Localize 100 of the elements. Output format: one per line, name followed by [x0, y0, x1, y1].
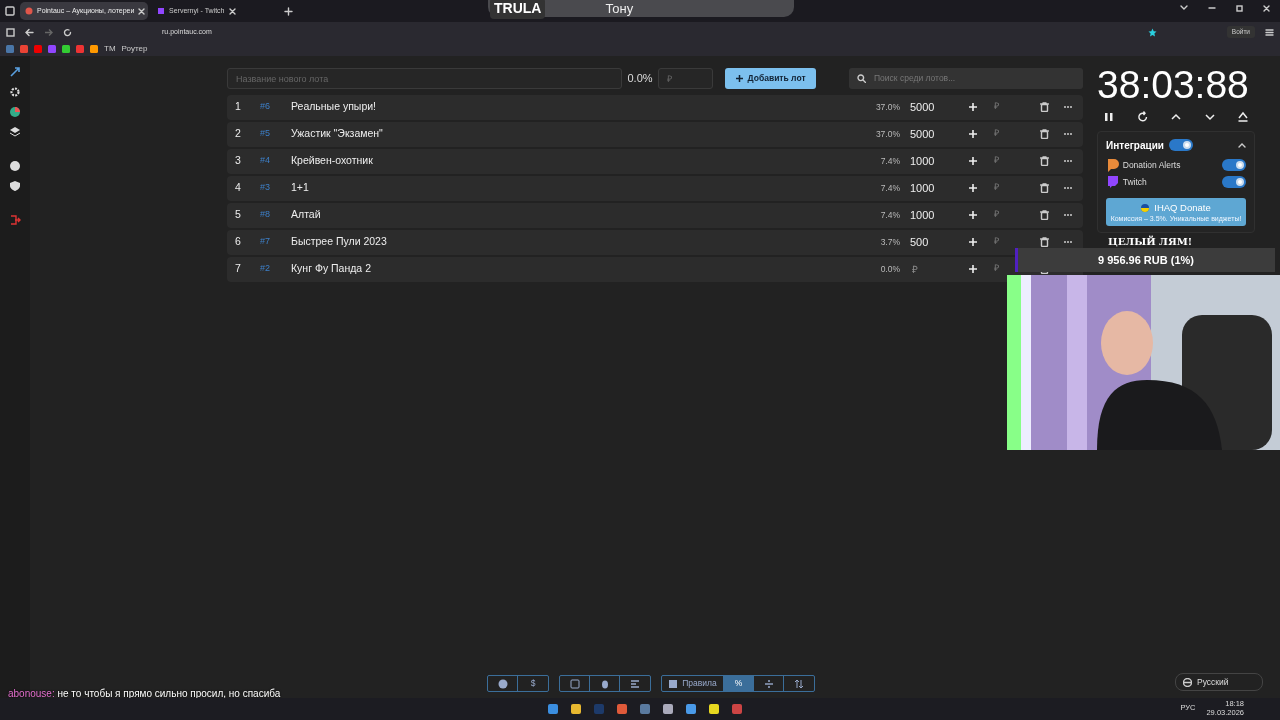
amount-field[interactable]: ₽	[910, 260, 960, 278]
language-select[interactable]: Русский	[1175, 673, 1263, 691]
sort-icon	[794, 678, 804, 689]
menu-icon[interactable]	[1265, 27, 1274, 37]
percent-label: 3.7%	[879, 235, 900, 249]
back-icon[interactable]	[25, 27, 34, 37]
eject-icon[interactable]	[1237, 110, 1249, 123]
search-field[interactable]: Поиск среди лотов...	[872, 71, 1075, 86]
percent-label: 37.0%	[874, 127, 900, 141]
shield-icon[interactable]	[9, 180, 21, 192]
add-amount-field[interactable]: ₽	[992, 261, 1014, 277]
rank-label: 5	[235, 207, 242, 223]
flag-icon	[1141, 204, 1150, 212]
toolbar-button[interactable]: $	[518, 676, 548, 691]
more-icon[interactable]	[1063, 132, 1073, 136]
more-icon[interactable]	[1063, 186, 1073, 190]
trash-icon[interactable]	[1040, 102, 1049, 112]
rank-label: 4	[235, 180, 242, 196]
add-amount-field[interactable]: ₽	[992, 180, 1014, 196]
restart-icon[interactable]	[1136, 110, 1149, 123]
trash-icon[interactable]	[1040, 129, 1049, 139]
close-icon[interactable]	[228, 7, 236, 15]
rank-label: 3	[235, 153, 242, 169]
toggle-switch[interactable]	[1222, 176, 1246, 189]
add-amount-field[interactable]: ₽	[992, 99, 1014, 115]
more-icon[interactable]	[1063, 105, 1073, 109]
amount-label: 500	[910, 234, 930, 250]
percent-label: 7.4%	[879, 181, 900, 195]
chat-message: abonouse: не то чтобы я прямо сильно просил, но спасиба	[8, 688, 282, 700]
toggle-switch[interactable]	[1222, 159, 1246, 172]
twitch-icon	[1106, 175, 1120, 190]
app-icon[interactable]	[708, 703, 720, 715]
add-lot-button[interactable]: Добавить лот	[724, 68, 816, 89]
amount-label: 5000	[910, 126, 936, 142]
percent-label: 37.0%	[874, 100, 900, 114]
trash-icon[interactable]	[1040, 183, 1049, 193]
chevron-icon[interactable]	[1180, 5, 1188, 11]
plus-icon	[734, 74, 744, 83]
percent-label: 0.0%	[879, 262, 900, 276]
close-icon[interactable]	[1263, 5, 1270, 12]
track-title: Тону	[605, 0, 634, 18]
amount-label: 5000	[910, 99, 936, 115]
add-amount-field[interactable]: ₽	[992, 207, 1014, 223]
lot-name: 1+1	[291, 180, 310, 196]
lot-id: #7	[260, 235, 271, 249]
amount-label: 1000	[910, 153, 936, 169]
star-icon[interactable]	[1147, 27, 1157, 37]
logout-icon[interactable]	[9, 214, 21, 226]
layers-icon[interactable]	[9, 126, 21, 138]
app-icon[interactable]	[662, 703, 674, 715]
percent-label: 0.0%	[627, 71, 653, 87]
sidebar-icon[interactable]	[6, 27, 15, 37]
pie-chart-icon[interactable]	[9, 106, 21, 118]
reload-icon[interactable]	[63, 27, 72, 37]
lot-name: Быстрее Пули 2023	[291, 234, 388, 250]
trash-icon[interactable]	[1040, 156, 1049, 166]
divide-icon	[763, 678, 774, 689]
rank-label: 7	[235, 261, 242, 277]
collapse-icon[interactable]	[1238, 142, 1246, 149]
toolbar-button[interactable]: %	[724, 676, 754, 691]
list-icon	[630, 678, 640, 689]
plus-icon[interactable]	[284, 6, 293, 16]
app-icon[interactable]	[685, 703, 697, 715]
twitch-icon	[157, 7, 165, 15]
lot-id: #6	[260, 100, 271, 114]
minimize-icon[interactable]	[1208, 5, 1216, 11]
trash-icon[interactable]	[1040, 210, 1049, 220]
lot-name: Ужастик "Экзамен"	[291, 126, 384, 142]
integration-name: Twitch	[1122, 175, 1147, 189]
amount-label: 1000	[910, 180, 936, 196]
maximize-icon[interactable]	[1236, 5, 1243, 12]
timer-display: 38:03:88	[1097, 64, 1250, 107]
site-icon	[25, 7, 33, 15]
bookmark-link[interactable]: ТМ	[104, 43, 116, 55]
amount-label: 1000	[910, 207, 936, 223]
add-amount-field[interactable]: ₽	[992, 234, 1014, 250]
more-icon[interactable]	[1063, 213, 1073, 217]
lot-id: #8	[260, 208, 271, 222]
trash-icon[interactable]	[1040, 237, 1049, 247]
forward-icon[interactable]	[44, 27, 53, 37]
rank-label: 6	[235, 234, 242, 250]
route-icon[interactable]	[9, 66, 21, 78]
bookmark-link[interactable]: Роутер	[121, 43, 148, 55]
integration-name: Donation Alerts	[1122, 159, 1181, 172]
close-icon[interactable]	[138, 7, 146, 15]
lot-name: Реальные упыри!	[291, 99, 378, 115]
search-box[interactable]: Поиск среди лотов...	[849, 68, 1083, 89]
lot-id: #3	[260, 181, 271, 195]
settings-icon[interactable]	[9, 86, 21, 98]
amount-field[interactable]: ₽	[658, 68, 714, 89]
rank-label: 1	[235, 99, 242, 115]
tabs-icon[interactable]	[4, 5, 16, 17]
more-icon[interactable]	[1063, 159, 1073, 163]
more-icon[interactable]	[1063, 240, 1073, 244]
add-amount-field[interactable]: ₽	[992, 126, 1014, 142]
alert-title: ЦЕЛЫЙ ЛЯМ!	[1108, 234, 1193, 249]
lot-id: #5	[260, 127, 271, 141]
pause-icon[interactable]	[1103, 110, 1115, 123]
toggle-switch[interactable]	[1169, 139, 1194, 152]
add-amount-field[interactable]: ₽	[992, 153, 1014, 169]
